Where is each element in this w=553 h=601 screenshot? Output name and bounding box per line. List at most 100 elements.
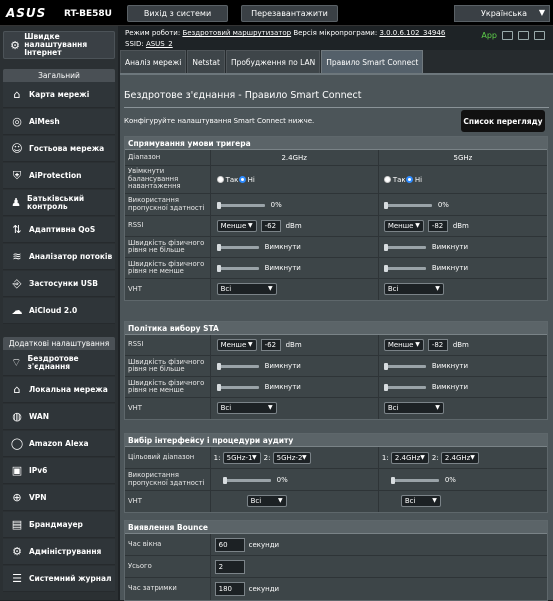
vht-select-5[interactable]: Всі ▼ (383, 283, 444, 295)
quick-setup-button[interactable]: ⚙ Швидке налаштування Інтернет (3, 31, 115, 59)
tab-4[interactable]: Правило Smart Connect (321, 50, 424, 73)
notification-icon[interactable] (534, 31, 545, 40)
title-divider (124, 107, 549, 108)
sidebar-item-firewall[interactable]: ▤ Брандмауер (3, 512, 115, 538)
sta-phy-max-slider-5[interactable] (383, 365, 426, 368)
chevron-down-icon: ▼ (435, 285, 440, 292)
slider-handle[interactable] (383, 202, 388, 209)
sidebar-item-parental[interactable]: ♟ Батьківський контроль (3, 190, 115, 216)
firmware-link[interactable]: 3.0.0.6.102_34946 (379, 29, 445, 37)
chevron-down-icon: ▼ (470, 454, 475, 461)
tab-3[interactable]: Пробудження по LAN (225, 50, 321, 73)
logout-button[interactable]: Вихід з системи (127, 5, 228, 22)
sta-header: Політика вибору STA (125, 322, 547, 335)
slider-handle[interactable] (216, 363, 221, 370)
reboot-button[interactable]: Перезавантажити (241, 5, 338, 22)
tab-2[interactable]: Netstat (187, 50, 225, 73)
asus-logo[interactable]: ASUS (6, 6, 46, 20)
slider-handle[interactable] (383, 265, 388, 272)
slider-handle[interactable] (216, 244, 221, 251)
sta-vht-select-5[interactable]: Всі ▼ (383, 402, 444, 414)
slider-handle[interactable] (390, 477, 395, 484)
band-24-header: 2.4GHz (209, 150, 378, 165)
sidebar-item-guest-network[interactable]: ☺ Гостьова мережа (3, 136, 115, 162)
sta-rssi-input-24[interactable]: -62 (260, 339, 281, 351)
vht-value: Всі (404, 497, 416, 505)
bandwidth-slider-24[interactable] (216, 204, 265, 207)
sidebar-item-ipv6[interactable]: ▣ IPv6 (3, 458, 115, 484)
phy-min-slider-5[interactable] (383, 267, 426, 270)
usb-status-icon[interactable] (518, 31, 529, 40)
slider-handle[interactable] (383, 244, 388, 251)
sta-rssi-input-5[interactable]: -82 (427, 339, 448, 351)
iface-vht-select-a[interactable]: Всі ▼ (246, 495, 287, 507)
slider-handle[interactable] (383, 363, 388, 370)
dbm-unit: dBm (452, 341, 469, 349)
ssid-link[interactable]: ASUS_2 (146, 40, 173, 48)
target-band-select-a1[interactable]: 5GHz-1 ▼ (222, 452, 261, 464)
iface-bandwidth-slider-a[interactable] (222, 479, 271, 482)
sidebar-item-log[interactable]: ☰ Системний журнал (3, 566, 115, 592)
rssi-input-5[interactable]: -82 (427, 220, 448, 232)
chevron-down-icon: ▼ (267, 404, 273, 411)
target-band-select-a2[interactable]: 5GHz-2 ▼ (272, 452, 311, 464)
sidebar-item-wireless[interactable]: ⌔ Бездротове з'єднання (3, 350, 115, 376)
rssi-operator-select-24[interactable]: Менше ▼ (216, 220, 257, 232)
sidebar-item-traffic[interactable]: ≋ Аналізатор потоків (3, 244, 115, 270)
target-band-select-b2[interactable]: 2.4GHz ▼ (440, 452, 479, 464)
language-select[interactable]: Українська ▼ (454, 5, 550, 22)
sidebar-item-globe[interactable]: ◍ WAN (3, 404, 115, 430)
phy-max-slider-5[interactable] (383, 246, 426, 249)
slider-handle[interactable] (216, 265, 221, 272)
sta-rssi-operator-select-24[interactable]: Менше ▼ (216, 339, 257, 351)
sidebar-item-shield[interactable]: ⛨ AiProtection (3, 163, 115, 189)
sta-phy-max-slider-24[interactable] (216, 365, 259, 368)
bandwidth-slider-5[interactable] (383, 204, 432, 207)
sidebar-item-lan[interactable]: ⌂ Локальна мережа (3, 377, 115, 403)
slider-handle[interactable] (222, 477, 227, 484)
tab-1[interactable]: Аналіз мережі (120, 50, 187, 73)
delay-time-input[interactable]: 180 (214, 582, 245, 596)
rssi-operator-select-5[interactable]: Менше ▼ (383, 220, 424, 232)
rssi-input-24[interactable]: -62 (260, 220, 281, 232)
mode-link[interactable]: Бездротовий маршрутизатор (182, 29, 291, 37)
window-time-input[interactable]: 60 (214, 538, 245, 552)
sidebar-item-network-map[interactable]: ⌂ Карта мережі (3, 82, 115, 108)
no-radio-5[interactable] (405, 176, 413, 183)
sidebar-item-vpn[interactable]: ⊕ VPN (3, 485, 115, 511)
view-list-button[interactable]: Список перегляду (461, 110, 545, 132)
iface-vht-select-b[interactable]: Всі ▼ (400, 495, 441, 507)
sta-rssi-operator-select-5[interactable]: Менше ▼ (383, 339, 424, 351)
sidebar-item-admin[interactable]: ⚙ Адміністрування (3, 539, 115, 565)
sidebar-item-usb[interactable]: ⎆ Застосунки USB (3, 271, 115, 297)
shield-icon: ⛨ (12, 168, 22, 182)
vht-select-24[interactable]: Всі ▼ (216, 283, 277, 295)
slider-handle[interactable] (383, 384, 388, 391)
bandwidth-value-24: 0% (270, 201, 282, 209)
phy-min-slider-24[interactable] (216, 267, 259, 270)
yes-radio-5[interactable] (383, 176, 391, 183)
sidebar-item-alexa[interactable]: ◯ Amazon Alexa (3, 431, 115, 457)
sta-phy-min-slider-5[interactable] (383, 386, 426, 389)
iface-bandwidth-slider-b[interactable] (390, 479, 439, 482)
sidebar-item-qos[interactable]: ⇅ Адаптивна QoS (3, 217, 115, 243)
yes-radio-24[interactable] (216, 176, 224, 183)
sidebar-item-cloud[interactable]: ☁ AiCloud 2.0 (3, 298, 115, 324)
no-label: Ні (247, 176, 255, 184)
target-band-select-b1[interactable]: 2.4GHz ▼ (390, 452, 429, 464)
page-title: Бездротове з'єднання - Правило Smart Con… (124, 90, 362, 101)
phy-max-slider-24[interactable] (216, 246, 259, 249)
vht-label: VHT (128, 403, 142, 412)
slider-handle[interactable] (216, 384, 221, 391)
table-row: Час затримки 180 секунди (125, 578, 547, 600)
qr-icon[interactable] (502, 31, 513, 40)
no-radio-24[interactable] (238, 176, 246, 183)
sta-phy-min-slider-24[interactable] (216, 386, 259, 389)
sidebar-item-label: Бездротове з'єднання (27, 353, 79, 371)
slider-handle[interactable] (216, 202, 221, 209)
app-link[interactable]: App (481, 31, 497, 40)
count-input[interactable]: 2 (214, 560, 245, 574)
sidebar-item-aimesh[interactable]: ◎ AiMesh (3, 109, 115, 135)
sta-vht-select-24[interactable]: Всі ▼ (216, 402, 277, 414)
window-time-label: Час вікна (128, 539, 162, 548)
